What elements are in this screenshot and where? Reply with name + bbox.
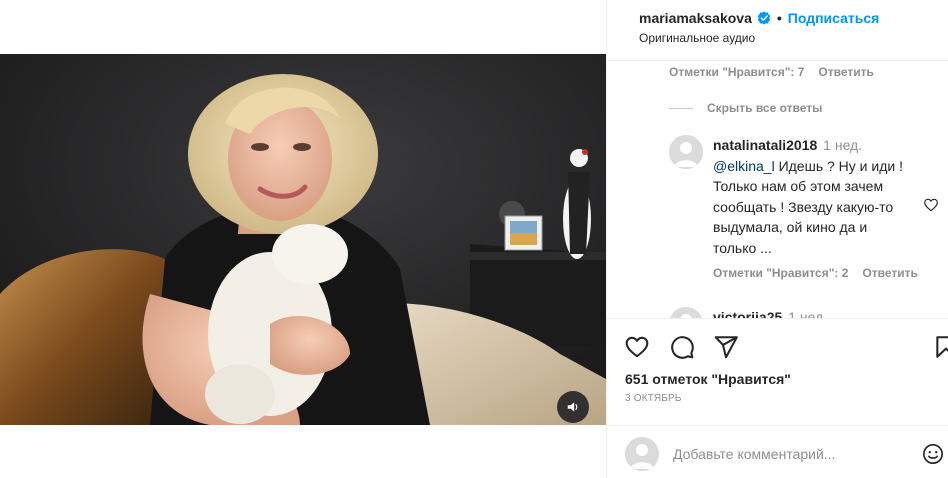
default-avatar-icon [669, 307, 703, 318]
likes-count[interactable]: 651 отметок "Нравится" [625, 371, 791, 387]
comment-username[interactable]: natalinatali2018 [713, 137, 817, 153]
dot-separator: • [776, 10, 782, 26]
share-button[interactable] [713, 334, 739, 365]
reply-button[interactable]: Ответить [818, 65, 873, 79]
heart-icon [625, 336, 649, 358]
hide-replies-label[interactable]: Скрыть все ответы [707, 101, 822, 115]
comment-time[interactable]: 1 нед. [788, 309, 827, 318]
avatar[interactable] [669, 135, 703, 169]
media-bottom-margin [0, 425, 606, 478]
comment-like-button[interactable] [923, 197, 939, 218]
follow-button[interactable]: Подписаться [788, 10, 880, 26]
smiley-icon [923, 444, 943, 464]
comment-username[interactable]: victorija25 [713, 309, 782, 318]
post-header: mariamaksakova • Подписаться Оригинально… [607, 0, 948, 61]
comment-bubble-icon [671, 336, 694, 359]
comment-likes-count[interactable]: Отметки "Нравится": 7 [669, 65, 804, 79]
default-avatar-icon [669, 135, 703, 169]
hide-replies-button[interactable]: Скрыть все ответы [669, 101, 822, 115]
comment-time[interactable]: 1 нед. [823, 137, 862, 153]
video-player[interactable] [0, 54, 606, 425]
previous-comment-meta: Отметки "Нравится": 7 Ответить [669, 65, 874, 79]
author-username[interactable]: mariamaksakova [639, 10, 752, 26]
like-button[interactable] [624, 334, 650, 365]
comment-composer [607, 425, 948, 478]
emoji-button[interactable] [922, 443, 944, 470]
comments-list[interactable]: Отметки "Нравится": 7 Ответить Скрыть все… [607, 61, 948, 318]
post-date[interactable]: 3 октябрь [625, 393, 682, 404]
reply-comment-meta: Отметки "Нравится": 2 Ответить [713, 266, 918, 280]
next-comment: victorija25 1 нед. [713, 309, 827, 318]
comment-input[interactable] [673, 442, 908, 466]
paper-plane-icon [714, 336, 738, 359]
original-audio-link[interactable]: Оригинальное аудио [639, 31, 755, 45]
reply-comment: natalinatali2018 1 нед. @elkina_l Идешь … [713, 135, 913, 258]
post-actions: 651 отметок "Нравится" 3 октябрь [607, 318, 948, 418]
video-frame [0, 54, 606, 425]
media-top-margin [0, 0, 606, 54]
mute-toggle-button[interactable] [557, 391, 589, 423]
comment-button[interactable] [669, 334, 695, 365]
speaker-icon [567, 402, 578, 412]
reply-button[interactable]: Ответить [862, 266, 917, 280]
divider-line [669, 107, 693, 109]
comment-likes-count[interactable]: Отметки "Нравится": 2 [713, 266, 848, 280]
heart-outline-icon [924, 198, 938, 212]
current-user-avatar [625, 437, 659, 471]
save-button[interactable] [933, 334, 948, 365]
bookmark-icon [936, 336, 948, 358]
default-avatar-icon [625, 437, 659, 471]
post-side-panel: mariamaksakova • Подписаться Оригинально… [606, 0, 948, 478]
author-line: mariamaksakova • Подписаться [639, 10, 879, 26]
mention-link[interactable]: @elkina_l [713, 158, 775, 174]
avatar[interactable] [669, 307, 703, 318]
verified-badge-icon [757, 11, 771, 25]
